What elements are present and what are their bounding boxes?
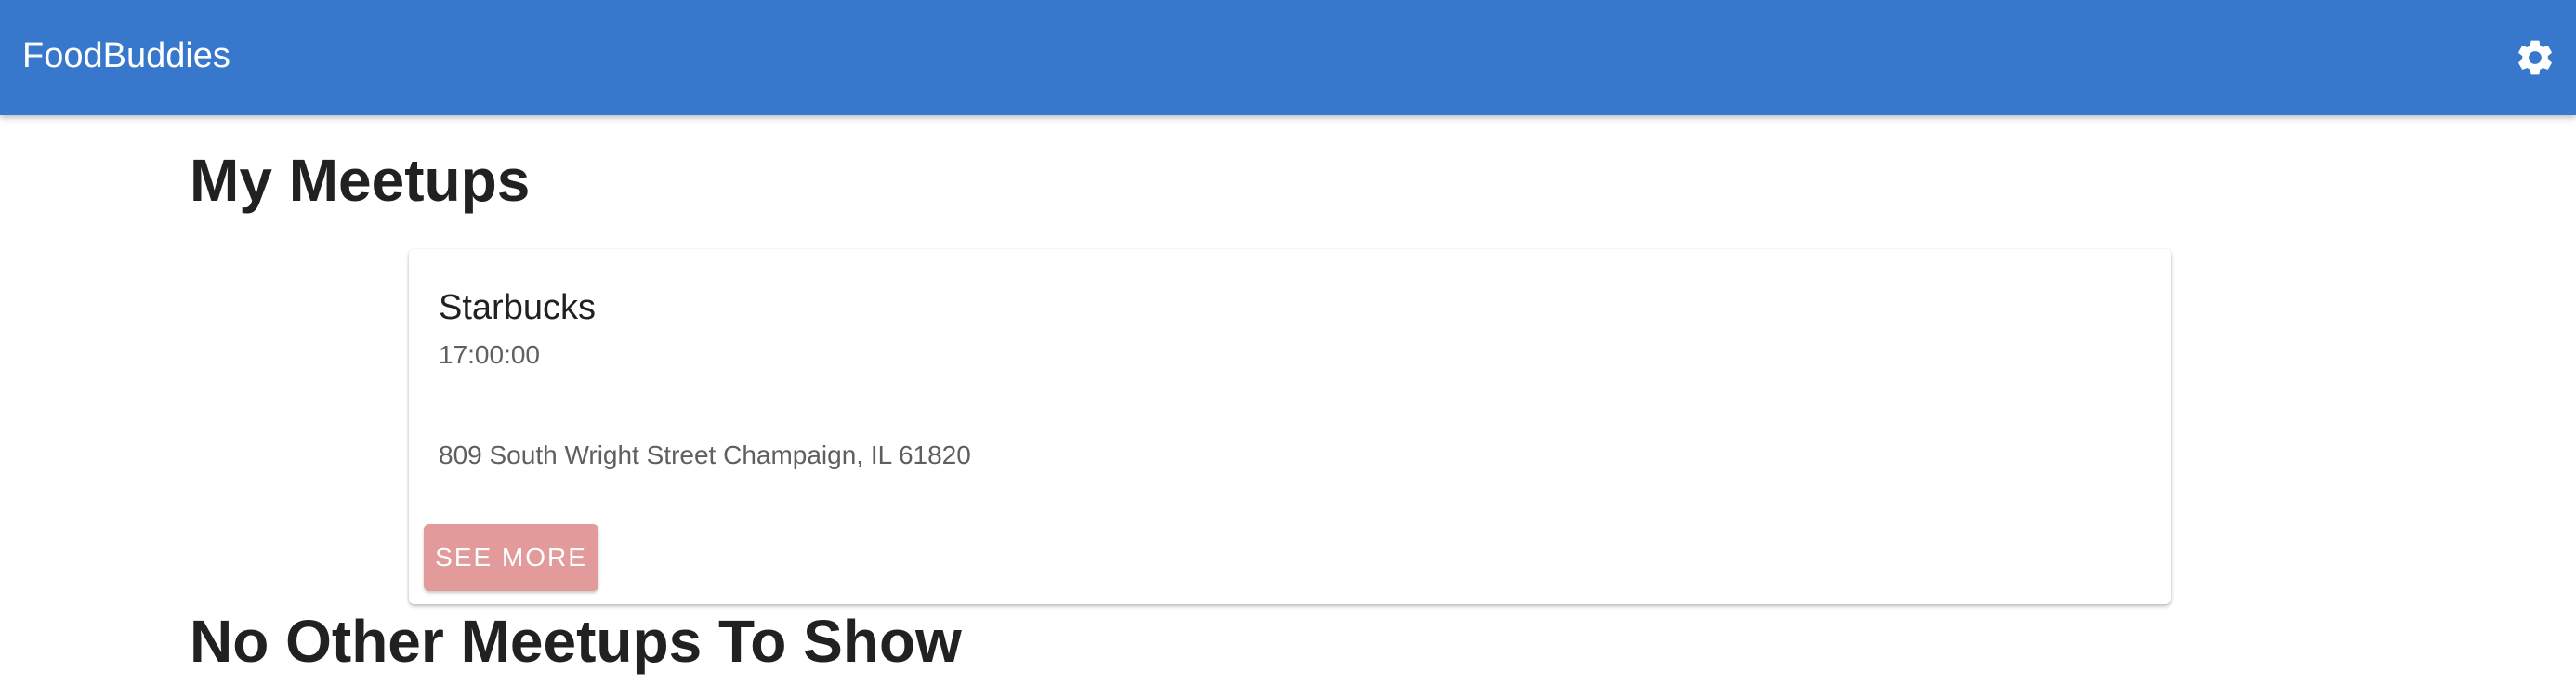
my-meetups-heading: My Meetups: [190, 147, 531, 214]
meetup-card: Starbucks 17:00:00 809 South Wright Stre…: [409, 249, 2171, 604]
see-more-button[interactable]: SEE MORE: [424, 524, 598, 591]
meetup-name: Starbucks: [439, 288, 596, 327]
gear-icon: [2518, 40, 2552, 75]
other-meetups-heading: No Other Meetups To Show: [190, 608, 962, 675]
meetup-address: 809 South Wright Street Champaign, IL 61…: [439, 441, 971, 469]
app-title: FoodBuddies: [22, 36, 230, 75]
settings-button[interactable]: [2509, 32, 2561, 84]
app-bar: FoodBuddies: [0, 0, 2576, 115]
meetup-time: 17:00:00: [439, 340, 540, 369]
